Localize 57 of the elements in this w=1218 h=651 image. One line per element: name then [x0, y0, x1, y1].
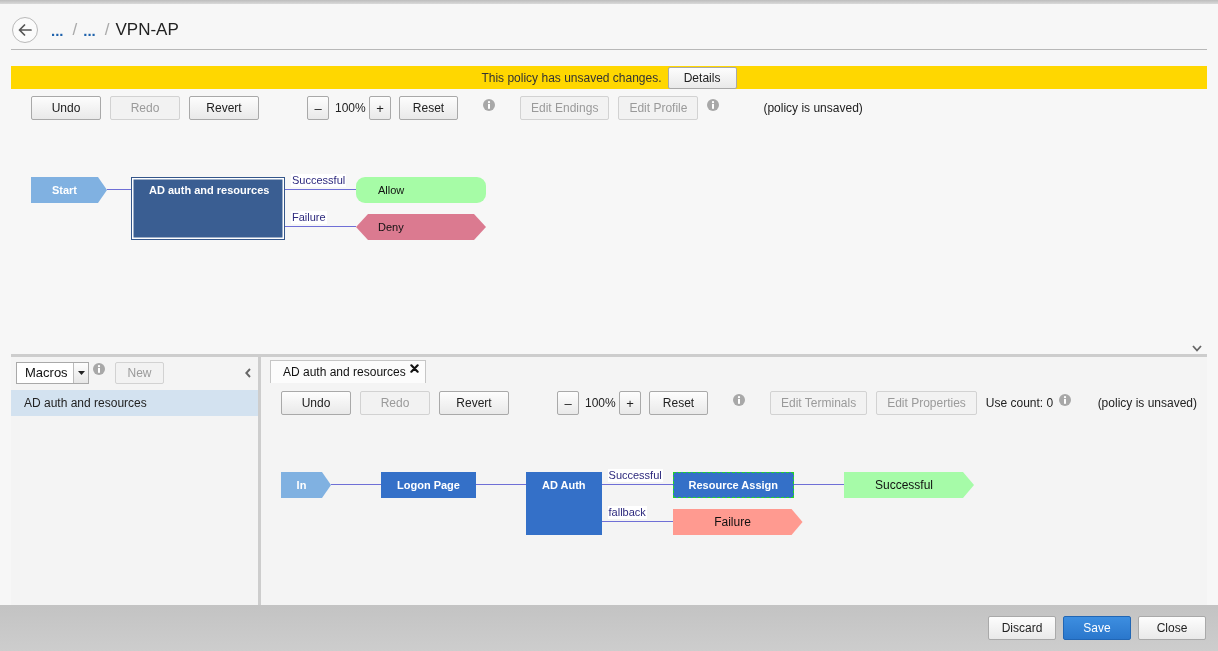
details-button[interactable]: Details — [667, 66, 737, 89]
connector-line — [601, 484, 673, 485]
branch-label: Successful — [607, 469, 663, 482]
banner-message: This policy has unsaved changes. — [481, 70, 662, 85]
connector-line — [475, 484, 526, 485]
branch-label: Failure — [291, 211, 327, 224]
page-title: VPN-AP — [115, 20, 179, 40]
action-node[interactable]: AD Auth — [525, 472, 602, 535]
use-count: Use count: 0 — [985, 396, 1054, 410]
caret-icon — [77, 371, 85, 375]
breadcrumb-separator: / — [72, 20, 78, 40]
reset-zoom-button[interactable]: Reset — [399, 96, 458, 120]
ending-node[interactable]: Deny — [356, 214, 486, 240]
toolbar-button[interactable]: Undo — [281, 391, 351, 415]
info-icon[interactable] — [1059, 394, 1072, 406]
zoom-out-button[interactable]: – — [307, 96, 329, 120]
action-node[interactable]: Resource Assign — [672, 472, 794, 498]
breadcrumb-separator: / — [104, 20, 110, 40]
policy-status: (policy is unsaved) — [1097, 396, 1197, 410]
reset-zoom-button[interactable]: Reset — [649, 391, 708, 415]
macro-list-item[interactable]: AD auth and resources — [11, 390, 258, 416]
footer-button[interactable]: Discard — [988, 616, 1056, 640]
info-icon[interactable] — [93, 363, 105, 375]
zoom-in-button[interactable]: + — [369, 96, 391, 120]
macros-dropdown[interactable]: Macros — [16, 362, 89, 384]
back-button[interactable] — [12, 17, 38, 43]
connector-line — [285, 189, 356, 190]
toolbar-button[interactable]: Revert — [189, 96, 259, 120]
close-icon[interactable] — [409, 364, 419, 373]
chevron-left-icon[interactable] — [245, 368, 251, 378]
arrow-left-icon — [18, 24, 32, 36]
toolbar-button[interactable]: Undo — [31, 96, 101, 120]
connector-line — [107, 189, 131, 190]
info-icon[interactable] — [707, 99, 720, 111]
ending-node[interactable]: Successful — [844, 472, 974, 498]
branch-label: fallback — [607, 506, 647, 519]
toolbar-button[interactable]: Revert — [439, 391, 509, 415]
action-node[interactable]: Logon Page — [381, 472, 476, 498]
zoom-out-button[interactable]: – — [557, 391, 579, 415]
macro-node[interactable]: AD auth and resources — [131, 177, 285, 240]
breadcrumb-link[interactable]: ... — [51, 21, 64, 39]
ending-node[interactable]: Allow — [356, 177, 486, 203]
ending-node[interactable]: Failure — [672, 509, 803, 535]
footer-button[interactable]: Save — [1063, 616, 1131, 640]
zoom-in-button[interactable]: + — [619, 391, 641, 415]
info-icon[interactable] — [733, 394, 745, 406]
macro-tab[interactable]: AD auth and resources — [270, 360, 426, 383]
connector-line — [331, 484, 381, 485]
branch-label: Successful — [291, 174, 347, 187]
policy-status: (policy is unsaved) — [763, 101, 863, 115]
info-icon[interactable] — [483, 99, 495, 111]
connector-line — [601, 521, 673, 522]
footer-button[interactable]: Close — [1138, 616, 1206, 640]
chevron-down-icon[interactable] — [1192, 345, 1202, 352]
connector-line — [285, 226, 356, 227]
connector-line — [794, 484, 844, 485]
breadcrumb-link[interactable]: ... — [83, 21, 96, 39]
